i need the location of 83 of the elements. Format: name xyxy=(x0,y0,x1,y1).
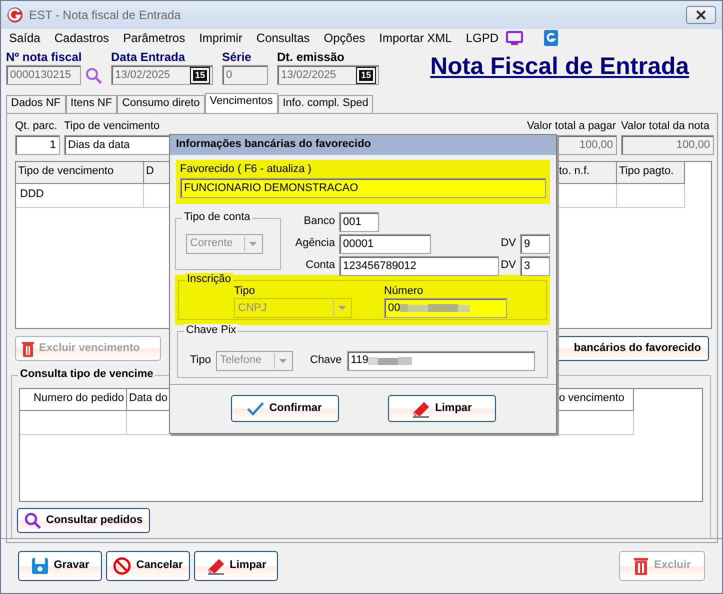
trash-icon xyxy=(22,340,34,357)
field-label: Valor total da nota xyxy=(621,120,710,134)
field-label: Tipo de vencimento xyxy=(64,120,161,134)
dropdown-arrow-icon xyxy=(337,305,347,312)
search-icon xyxy=(24,512,41,530)
field-label: Número xyxy=(384,285,424,298)
section-title: Consulta tipo de vencime xyxy=(18,368,156,382)
menu-item[interactable]: Consultas xyxy=(249,30,317,46)
tab[interactable]: Itens NF xyxy=(66,95,118,113)
tab[interactable]: Dados NF xyxy=(6,95,66,113)
dialog-button[interactable]: Confirmar xyxy=(230,395,338,422)
trash-icon xyxy=(633,557,650,575)
field-label: DV xyxy=(500,237,516,251)
field-label: Chave xyxy=(310,354,342,368)
dialog-title: Informações bancárias do favorecido xyxy=(170,135,556,155)
action-button[interactable]: Cancelar xyxy=(106,551,190,581)
field-label: Conta xyxy=(304,259,335,273)
column-header: Tipo pagto. xyxy=(617,162,685,184)
group-title: Inscrição xyxy=(185,273,234,286)
quantity-field[interactable]: 1 xyxy=(15,135,60,156)
column-header: Numero do pedido xyxy=(20,389,127,412)
text-field[interactable]: 0 xyxy=(222,65,268,86)
total-field[interactable]: 100,00 xyxy=(621,135,714,156)
app-logo-icon[interactable] xyxy=(542,30,559,46)
close-button[interactable] xyxy=(686,6,716,24)
dropdown-arrow-icon xyxy=(248,241,258,247)
column-header: Tipo de vencimento xyxy=(16,162,144,184)
menu-item[interactable]: Cadastros xyxy=(47,30,116,46)
close-icon xyxy=(696,10,706,20)
eraser-icon xyxy=(206,557,225,575)
action-button[interactable]: Limpar xyxy=(194,551,278,581)
field-label: Dt. emissão xyxy=(277,50,346,64)
field-label: Data Entrada xyxy=(111,50,186,64)
bank-field[interactable]: 001 xyxy=(339,212,379,232)
group-title: Tipo de conta xyxy=(182,211,252,224)
monitor-icon[interactable] xyxy=(506,30,523,46)
menu-item[interactable]: Parâmetros xyxy=(116,30,192,46)
menu-item[interactable]: Importar XML xyxy=(372,30,459,46)
registration-number-field[interactable]: 00 xyxy=(384,298,507,318)
menu-item[interactable]: Opções xyxy=(316,30,372,46)
field-label: Qt. parc. xyxy=(15,120,58,134)
check-icon xyxy=(247,401,264,416)
account-field[interactable]: 123456789012 xyxy=(339,256,499,276)
table-cell: DDD xyxy=(16,184,144,208)
field-label: Série xyxy=(222,50,252,64)
eraser-icon xyxy=(411,400,430,418)
text-field[interactable]: 13/02/2025 15 xyxy=(277,65,379,86)
cancel-icon xyxy=(113,557,132,575)
window-title: EST - Nota fiscal de Entrada xyxy=(29,8,181,22)
tab[interactable]: Vencimentos xyxy=(204,93,278,113)
table-cell xyxy=(617,184,685,208)
app-logo-icon xyxy=(7,7,23,23)
dropdown-arrow-icon xyxy=(278,358,288,364)
menu-item[interactable]: Saída xyxy=(2,30,48,46)
field-label: Tipo xyxy=(190,354,211,368)
column-header: to. n.f. xyxy=(557,162,617,184)
payee-field[interactable]: FUNCIONARIO DEMONSTRACAO xyxy=(180,178,546,198)
field-label: Nº nota fiscal xyxy=(6,50,83,64)
branch-field[interactable]: 00001 xyxy=(339,234,431,254)
search-orders-button[interactable]: Consultar pedidos xyxy=(17,508,150,534)
action-button[interactable]: Gravar xyxy=(18,551,102,581)
calendar-icon[interactable]: 15 xyxy=(357,68,375,83)
text-field[interactable]: 0000130215 xyxy=(6,65,81,86)
dialog-button[interactable]: Limpar xyxy=(388,395,496,422)
blurred-text-mark xyxy=(368,354,412,366)
field-label: Banco xyxy=(302,215,335,229)
tab[interactable]: Consumo direto xyxy=(117,95,205,113)
search-icon[interactable] xyxy=(85,66,102,84)
dv-field[interactable]: 3 xyxy=(520,256,550,276)
field-label: Agência xyxy=(294,237,335,251)
dv-field[interactable]: 9 xyxy=(520,234,550,254)
field-label: DV xyxy=(500,259,516,273)
calendar-icon[interactable]: 15 xyxy=(191,68,209,83)
menu-item[interactable]: LGPD xyxy=(458,30,506,46)
field-label: Valor total a pagar xyxy=(527,120,617,134)
text-field[interactable]: 13/02/2025 15 xyxy=(111,65,213,86)
menu-item[interactable]: Imprimir xyxy=(192,30,250,46)
pix-key-field[interactable]: 119 xyxy=(346,350,535,370)
page-title: Nota Fiscal de Entrada xyxy=(430,53,689,82)
tab[interactable]: Info. compl. Sped xyxy=(278,95,374,113)
blurred-text-mark xyxy=(400,302,470,314)
column-header: o vencimento xyxy=(557,389,634,412)
field-label: Tipo xyxy=(234,285,256,298)
